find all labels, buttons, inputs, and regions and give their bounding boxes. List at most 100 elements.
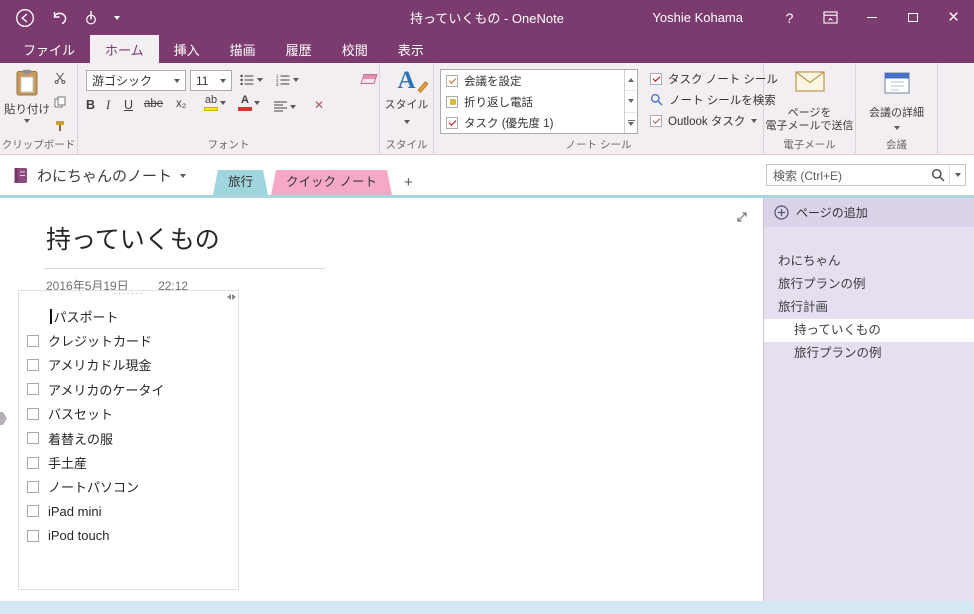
back-button[interactable] (15, 8, 35, 28)
page-item[interactable]: 旅行計画 (764, 296, 974, 319)
touch-mode-button[interactable] (84, 10, 98, 25)
format-painter-button[interactable] (54, 120, 66, 135)
touch-mode-icon (86, 11, 96, 25)
search-input[interactable]: 検索 (Ctrl+E) (767, 167, 927, 184)
add-page-button[interactable]: ページの追加 (764, 198, 974, 227)
tab-view[interactable]: 表示 (383, 35, 439, 63)
todo-row[interactable]: 着替えの服 (19, 426, 238, 450)
task-note-tag-button[interactable]: タスク ノート シール (650, 68, 778, 89)
horizontal-scrollbar[interactable] (0, 601, 974, 614)
tag-gallery-more-button[interactable] (625, 113, 637, 133)
tab-history[interactable]: 履歴 (271, 35, 327, 63)
resize-handle-icon[interactable] (227, 294, 236, 300)
paragraph-handle[interactable] (0, 412, 7, 425)
subscript-button[interactable]: x₂ (176, 98, 186, 110)
highlight-button[interactable]: ab (204, 95, 226, 111)
todo-checkbox[interactable] (27, 432, 39, 445)
todo-checkbox[interactable] (27, 480, 39, 493)
todo-checkbox[interactable] (27, 358, 39, 371)
styles-group: A スタイル スタイル (380, 63, 434, 154)
todo-text[interactable]: クレジットカード (48, 331, 152, 350)
help-button[interactable]: ? (769, 0, 810, 35)
find-tags-button[interactable]: ノート シールを検索 (650, 89, 778, 110)
todo-text[interactable]: 着替えの服 (48, 429, 113, 448)
todo-text[interactable]: アメリカのケータイ (48, 380, 164, 399)
todo-text[interactable]: パスポート (54, 307, 119, 326)
copy-button[interactable] (54, 96, 66, 111)
todo-checkbox[interactable] (27, 407, 39, 420)
cut-button[interactable] (54, 72, 66, 87)
page-canvas[interactable]: 持っていくもの 2016年5月19日 22:12 ······· パスポート ク… (0, 198, 763, 601)
todo-row[interactable]: iPod touch (19, 524, 238, 548)
note-drag-handle[interactable]: ······· (19, 288, 238, 304)
todo-checkbox[interactable] (27, 334, 39, 347)
todo-checkbox[interactable] (27, 529, 39, 542)
tag-option-callback[interactable]: 折り返し電話 (441, 91, 625, 112)
search-button[interactable] (927, 168, 949, 182)
customize-qat-button[interactable] (114, 15, 120, 20)
todo-text[interactable]: iPad mini (48, 504, 101, 519)
page-item[interactable]: 旅行プランの例 (764, 342, 974, 365)
ribbon-display-options-button[interactable] (810, 0, 851, 35)
todo-text[interactable]: 手土産 (48, 453, 87, 472)
page-item-selected[interactable]: 持っていくもの (764, 319, 974, 342)
todo-text[interactable]: iPod touch (48, 528, 109, 543)
paragraph-alignment-button[interactable] (274, 101, 296, 112)
font-color-button[interactable]: A (238, 95, 260, 111)
numbering-button[interactable]: 123 (276, 74, 299, 86)
underline-button[interactable]: U (124, 98, 133, 112)
format-eraser-icon[interactable] (360, 74, 378, 84)
font-family-combo[interactable]: 游ゴシック (86, 70, 186, 91)
clear-formatting-button[interactable]: ✕ (314, 98, 324, 112)
search-tag-icon (650, 93, 663, 106)
fullpage-view-button[interactable] (735, 210, 749, 227)
todo-row[interactable]: アメリカドル現金 (19, 353, 238, 377)
todo-row[interactable]: パスポート (19, 304, 238, 328)
bold-button[interactable]: B (86, 98, 95, 112)
italic-button[interactable]: I (106, 98, 110, 113)
todo-row[interactable]: iPad mini (19, 499, 238, 523)
styles-button[interactable]: A スタイル (380, 67, 433, 127)
notebook-dropdown[interactable]: わにちゃんのノート (12, 165, 187, 186)
tag-option-task-priority1[interactable]: タスク (優先度 1) (441, 112, 625, 133)
todo-row[interactable]: ノートパソコン (19, 475, 238, 499)
section-tab-quick-notes[interactable]: クイック ノート (271, 170, 392, 195)
todo-checkbox[interactable] (27, 505, 39, 518)
section-tabs: 旅行 クイック ノート + (213, 170, 422, 195)
account-name[interactable]: Yoshie Kohama (652, 10, 743, 25)
page-item[interactable]: わにちゃん (764, 250, 974, 273)
page-item[interactable]: 旅行プランの例 (764, 273, 974, 296)
section-tab-travel[interactable]: 旅行 (213, 170, 268, 195)
tab-home[interactable]: ホーム (90, 35, 159, 63)
note-container[interactable]: ······· パスポート クレジットカード アメリカドル現金 アメリカのケータ… (18, 288, 239, 590)
todo-checkbox[interactable] (27, 383, 39, 396)
tag-scroll-up-button[interactable] (625, 70, 637, 92)
outlook-tasks-button[interactable]: Outlook タスク (650, 110, 778, 131)
minimize-button[interactable] (851, 0, 892, 35)
tab-insert[interactable]: 挿入 (159, 35, 215, 63)
search-scope-dropdown[interactable] (949, 165, 965, 185)
todo-row[interactable]: 手土産 (19, 450, 238, 474)
paste-button[interactable]: 貼り付け (2, 69, 52, 123)
font-size-combo[interactable]: 11 (190, 70, 232, 91)
todo-row[interactable]: アメリカのケータイ (19, 377, 238, 401)
page-title[interactable]: 持っていくもの (46, 220, 220, 256)
maximize-button[interactable] (892, 0, 933, 35)
tab-draw[interactable]: 描画 (215, 35, 271, 63)
todo-checkbox[interactable] (27, 456, 39, 469)
add-section-button[interactable]: + (395, 170, 422, 195)
tab-file[interactable]: ファイル (8, 35, 90, 63)
todo-text[interactable]: ノートパソコン (48, 477, 139, 496)
search-box[interactable]: 検索 (Ctrl+E) (766, 164, 966, 186)
bullets-button[interactable] (240, 74, 263, 86)
tag-option-meeting[interactable]: 会議を設定 (441, 70, 625, 91)
tag-scroll-down-button[interactable] (625, 91, 637, 113)
todo-row[interactable]: クレジットカード (19, 328, 238, 352)
tab-review[interactable]: 校閲 (327, 35, 383, 63)
undo-button[interactable] (51, 11, 68, 25)
close-button[interactable]: × (933, 0, 974, 35)
todo-text[interactable]: バスセット (48, 404, 113, 423)
todo-text[interactable]: アメリカドル現金 (48, 355, 151, 374)
todo-row[interactable]: バスセット (19, 402, 238, 426)
strikethrough-button[interactable]: abe (144, 98, 163, 110)
